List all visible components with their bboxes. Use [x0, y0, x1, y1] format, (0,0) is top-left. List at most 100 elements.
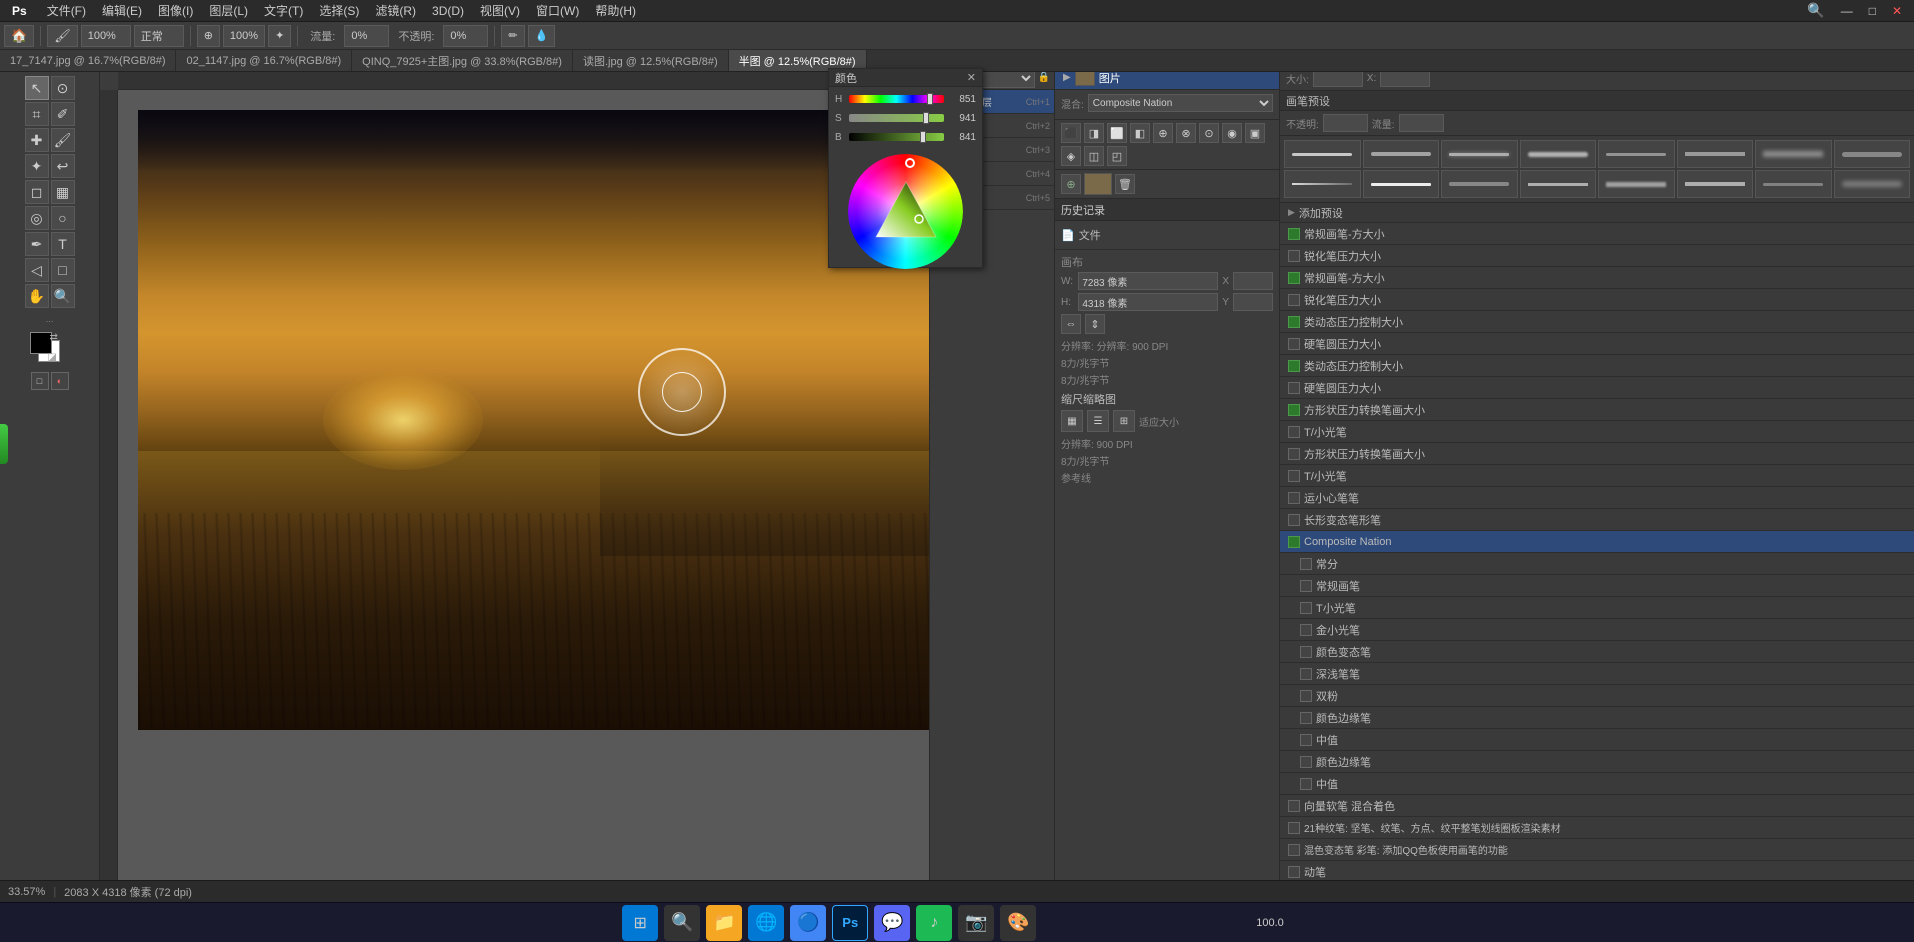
- x-input[interactable]: [1233, 272, 1273, 290]
- blend-btn-6[interactable]: ⊗: [1176, 123, 1196, 143]
- hand-tool[interactable]: ✋: [25, 284, 49, 308]
- brush-swatch-3[interactable]: [1520, 140, 1597, 168]
- tab-3[interactable]: 读图.jpg @ 12.5%(RGB/8#): [573, 50, 729, 71]
- taskbar-extra-1[interactable]: 📷: [958, 905, 994, 941]
- brush-swatch-1[interactable]: [1363, 140, 1440, 168]
- brush-swatch-4[interactable]: [1598, 140, 1675, 168]
- brush-item-23[interactable]: 双粉: [1280, 685, 1914, 707]
- brush-item-18[interactable]: 常规画笔: [1280, 575, 1914, 597]
- sat-track[interactable]: [849, 114, 944, 122]
- menu-window[interactable]: 窗口(W): [528, 0, 587, 21]
- heal-tool[interactable]: ✚: [25, 128, 49, 152]
- brush-item-19[interactable]: T小光笔: [1280, 597, 1914, 619]
- brush-section-add-header[interactable]: ▶ 添加预设: [1280, 203, 1914, 223]
- sat-thumb[interactable]: [923, 112, 929, 124]
- brush-item-27[interactable]: 中值: [1280, 773, 1914, 795]
- history-brush[interactable]: ↩: [51, 154, 75, 178]
- brush-item-5[interactable]: 硬笔圆压力大小: [1280, 333, 1914, 355]
- blend-btn-4[interactable]: ◧: [1130, 123, 1150, 143]
- menu-type[interactable]: 文字(T): [256, 0, 311, 21]
- brush-item-33[interactable]: 向量软笔 混合着色: [1280, 795, 1914, 817]
- brush-swatch-2[interactable]: [1441, 140, 1518, 168]
- menu-view[interactable]: 视图(V): [472, 0, 528, 21]
- brush-item-34[interactable]: 21种纹笔: 坚笔、纹笔、方点、纹平整笔划线圈板渲染素材: [1280, 817, 1914, 839]
- pen-icon[interactable]: ✏: [501, 25, 524, 47]
- blend-btn-7[interactable]: ⊙: [1199, 123, 1219, 143]
- brush-swatch-0[interactable]: [1284, 140, 1361, 168]
- airbrush-icon[interactable]: 💧: [528, 25, 556, 47]
- menu-help[interactable]: 帮助(H): [587, 0, 644, 21]
- default-colors[interactable]: ◪: [48, 352, 57, 363]
- home-button[interactable]: 🏠: [4, 25, 34, 47]
- brush-swatch-12[interactable]: [1598, 170, 1675, 198]
- taskbar-edge[interactable]: 🌐: [748, 905, 784, 941]
- blend-btn-5[interactable]: ⊕: [1153, 123, 1173, 143]
- brush-item-4[interactable]: 类动态压力控制大小: [1280, 311, 1914, 333]
- rotate-input[interactable]: 正常: [134, 25, 184, 47]
- window-minimize[interactable]: —: [1833, 2, 1861, 20]
- y-input[interactable]: [1233, 293, 1273, 311]
- hue-thumb[interactable]: [927, 93, 933, 105]
- menu-layer[interactable]: 图层(L): [201, 0, 256, 21]
- tool-btn-3[interactable]: ✦: [268, 25, 291, 47]
- tool-btn-1[interactable]: ⊕: [197, 25, 220, 47]
- brush-swatch-5[interactable]: [1677, 140, 1754, 168]
- blend-btn-12[interactable]: ◰: [1107, 146, 1127, 166]
- flow-input[interactable]: 0%: [344, 25, 389, 47]
- brush-item-13[interactable]: 长形变态笔形笔: [1280, 509, 1914, 531]
- height-input[interactable]: [1078, 293, 1218, 311]
- window-close[interactable]: ✕: [1884, 2, 1910, 20]
- tab-1[interactable]: 02_1147.jpg @ 16.7%(RGB/8#): [176, 50, 352, 71]
- brush-item-17[interactable]: 常分: [1280, 553, 1914, 575]
- blend-btn-1[interactable]: ⬛: [1061, 123, 1081, 143]
- brush-item-16[interactable]: Composite Nation: [1280, 531, 1914, 553]
- thumb-icon-grid[interactable]: ▦: [1061, 410, 1083, 432]
- taskbar-search[interactable]: 🔍: [664, 905, 700, 941]
- pen-tool[interactable]: ✒: [25, 232, 49, 256]
- brush-swatch-10[interactable]: [1441, 170, 1518, 198]
- menu-edit[interactable]: 编辑(E): [94, 0, 150, 21]
- layer-blend-select[interactable]: Composite Nation: [1088, 94, 1273, 112]
- delete-layer-btn[interactable]: 🗑: [1115, 174, 1135, 194]
- taskbar-files[interactable]: 📁: [706, 905, 742, 941]
- flow-input2[interactable]: [1399, 114, 1444, 132]
- extra-tools[interactable]: ...: [46, 314, 54, 324]
- taskbar-discord[interactable]: 💬: [874, 905, 910, 941]
- green-side-panel[interactable]: [0, 424, 8, 464]
- brush-item-24[interactable]: 颜色边缘笔: [1280, 707, 1914, 729]
- tab-0[interactable]: 17_7147.jpg @ 16.7%(RGB/8#): [0, 50, 176, 71]
- eraser-tool[interactable]: ◻: [25, 180, 49, 204]
- brush-tool[interactable]: 🖌: [47, 25, 78, 47]
- bright-track[interactable]: [849, 133, 944, 141]
- thumb-icon-large[interactable]: ⊞: [1113, 410, 1135, 432]
- brush-swatch-15[interactable]: [1834, 170, 1911, 198]
- brush-item-10[interactable]: 方形状压力转换笔画大小: [1280, 443, 1914, 465]
- quick-mask[interactable]: ◐: [51, 372, 69, 390]
- brush-item-9[interactable]: T/小光笔: [1280, 421, 1914, 443]
- menu-3d[interactable]: 3D(D): [424, 2, 472, 20]
- brush-item-8[interactable]: 方形状压力转换笔画大小: [1280, 399, 1914, 421]
- brush-item-25[interactable]: 中值: [1280, 729, 1914, 751]
- taskbar-extra-2[interactable]: 🎨: [1000, 905, 1036, 941]
- menu-select[interactable]: 选择(S): [311, 0, 367, 21]
- window-maximize[interactable]: □: [1861, 2, 1884, 20]
- menu-file[interactable]: 文件(F): [39, 0, 94, 21]
- shape-tool[interactable]: □: [51, 258, 75, 282]
- color-panel-header[interactable]: 颜色 ✕: [829, 69, 982, 87]
- brush-item-3[interactable]: 锐化笔压力大小: [1280, 289, 1914, 311]
- wheel-expand[interactable]: ⤢: [947, 253, 961, 267]
- brush-item-21[interactable]: 颜色变态笔: [1280, 641, 1914, 663]
- standard-mode[interactable]: □: [31, 372, 49, 390]
- blur-tool[interactable]: ◎: [25, 206, 49, 230]
- move-tool[interactable]: ↖: [25, 76, 49, 100]
- brush-item-26[interactable]: 颜色边缘笔: [1280, 751, 1914, 773]
- eyedrop-tool[interactable]: ✐: [51, 102, 75, 126]
- blend-btn-2[interactable]: ◨: [1084, 123, 1104, 143]
- stamp-tool[interactable]: ✦: [25, 154, 49, 178]
- foreground-color[interactable]: [30, 332, 52, 354]
- active-layer-expand[interactable]: ▶: [1063, 72, 1071, 83]
- brush-swatch-6[interactable]: [1755, 140, 1832, 168]
- path-select[interactable]: ◁: [25, 258, 49, 282]
- type-tool[interactable]: T: [51, 232, 75, 256]
- menu-image[interactable]: 图像(I): [150, 0, 201, 21]
